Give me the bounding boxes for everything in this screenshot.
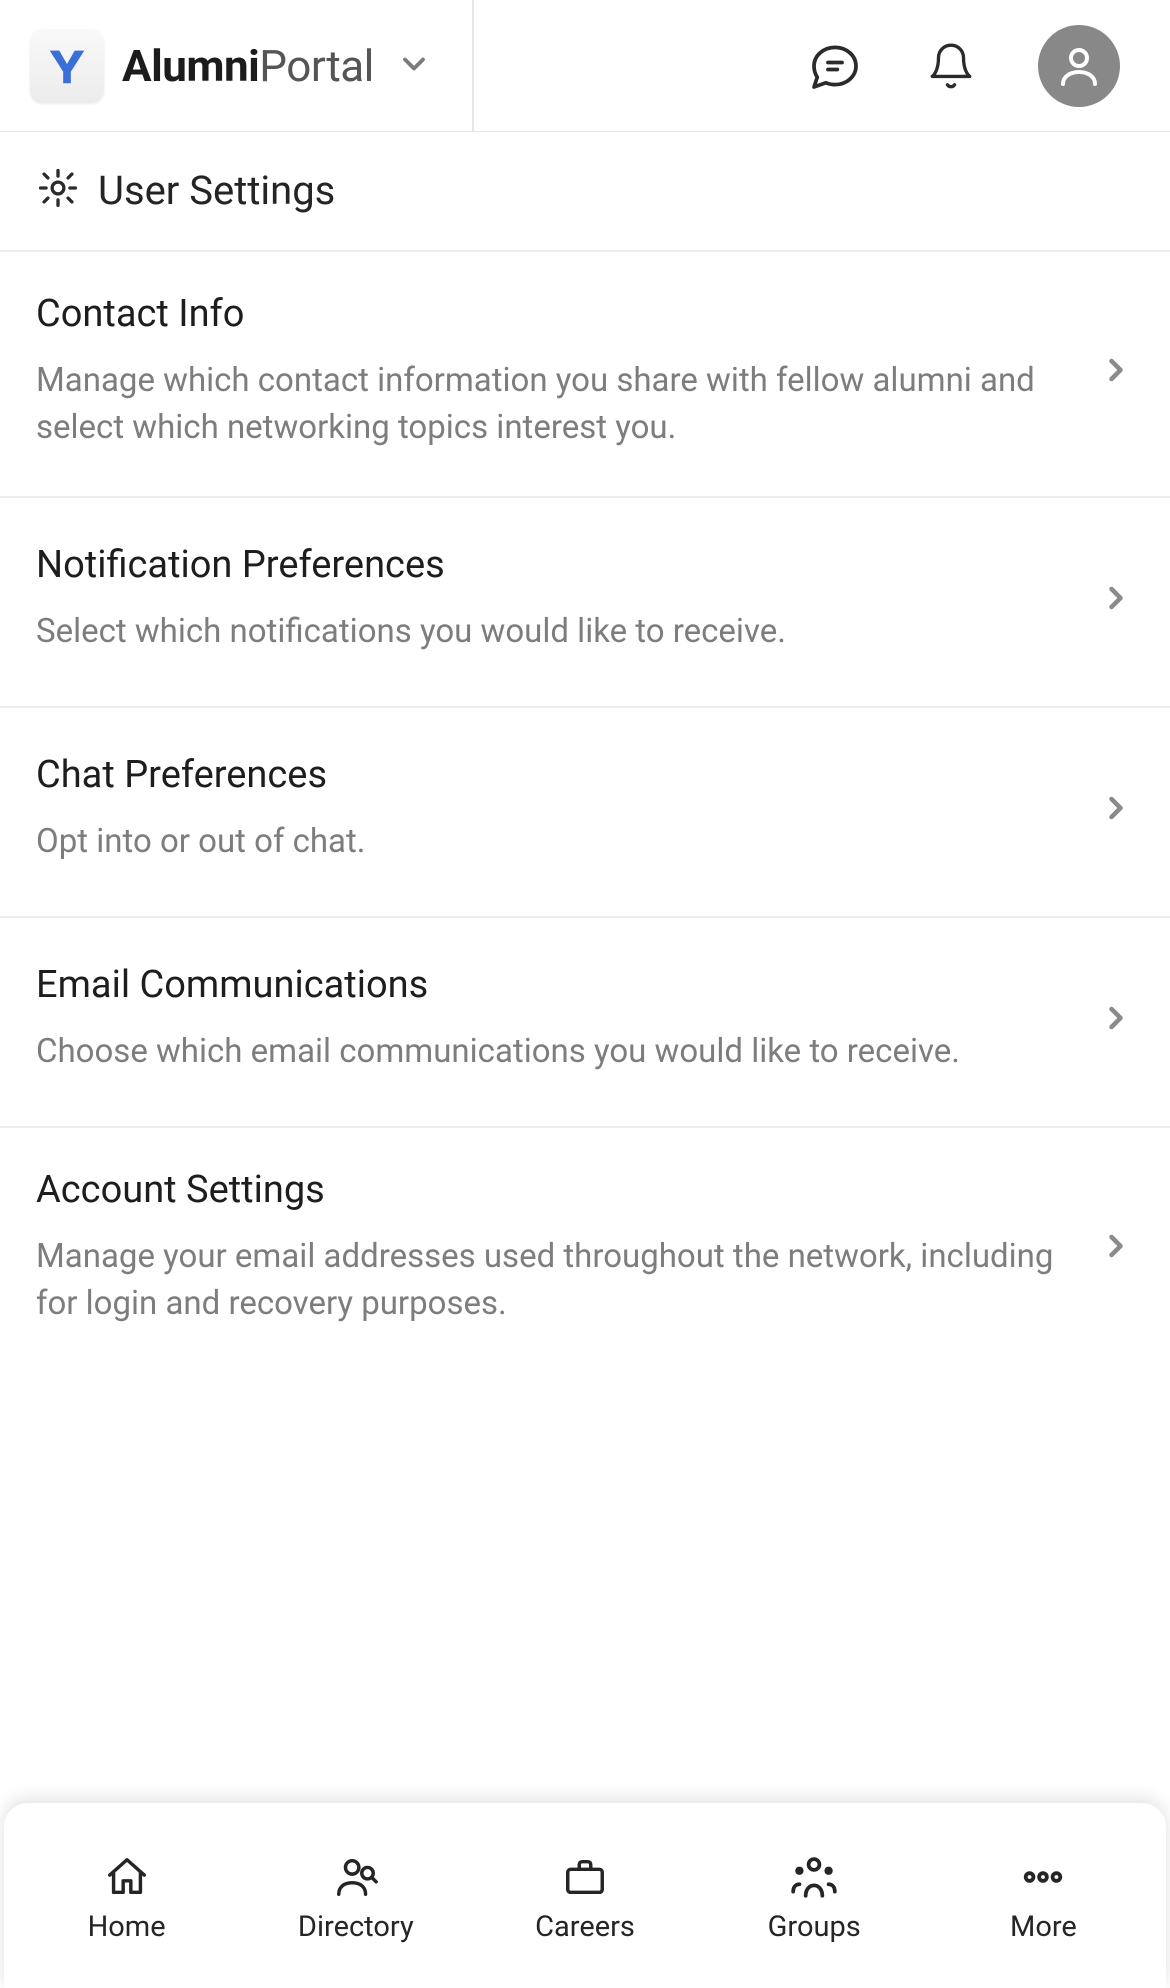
app-header: AlumniPortal bbox=[0, 0, 1170, 132]
notifications-button[interactable] bbox=[922, 37, 980, 95]
settings-item-description: Select which notifications you would lik… bbox=[36, 609, 1068, 656]
nav-more[interactable]: More bbox=[929, 1852, 1158, 1944]
profile-avatar-button[interactable] bbox=[1038, 25, 1120, 107]
settings-item-description: Choose which email communications you wo… bbox=[36, 1029, 1068, 1076]
settings-list: Contact Info Manage which contact inform… bbox=[0, 252, 1170, 1371]
directory-icon bbox=[331, 1852, 381, 1902]
home-icon bbox=[102, 1852, 152, 1902]
brand-selector[interactable]: AlumniPortal bbox=[0, 0, 474, 131]
brand-bold: Alumni bbox=[122, 40, 259, 92]
nav-careers[interactable]: Careers bbox=[470, 1852, 699, 1944]
groups-icon bbox=[789, 1852, 839, 1902]
chevron-right-icon bbox=[1098, 790, 1134, 830]
settings-item-title: Account Settings bbox=[36, 1168, 1068, 1212]
page-title-row: User Settings bbox=[0, 132, 1170, 252]
settings-item-title: Contact Info bbox=[36, 292, 1068, 336]
chevron-down-icon bbox=[396, 46, 432, 86]
settings-item-email-communications[interactable]: Email Communications Choose which email … bbox=[0, 918, 1170, 1128]
settings-item-description: Manage your email addresses used through… bbox=[36, 1234, 1068, 1328]
nav-home[interactable]: Home bbox=[12, 1852, 241, 1944]
settings-item-description: Opt into or out of chat. bbox=[36, 819, 1068, 866]
more-icon bbox=[1018, 1852, 1068, 1902]
nav-label: Home bbox=[88, 1910, 166, 1944]
chevron-right-icon bbox=[1098, 1228, 1134, 1268]
brand-name: AlumniPortal bbox=[122, 40, 374, 92]
settings-item-account-settings[interactable]: Account Settings Manage your email addre… bbox=[0, 1128, 1170, 1372]
settings-item-title: Email Communications bbox=[36, 963, 1068, 1007]
settings-item-text: Account Settings Manage your email addre… bbox=[36, 1168, 1098, 1328]
settings-item-text: Contact Info Manage which contact inform… bbox=[36, 292, 1098, 452]
chat-button[interactable] bbox=[806, 37, 864, 95]
gear-icon bbox=[36, 166, 80, 214]
settings-item-title: Notification Preferences bbox=[36, 543, 1068, 587]
logo-icon bbox=[44, 43, 90, 89]
chat-icon bbox=[807, 38, 863, 94]
nav-label: Groups bbox=[768, 1910, 861, 1944]
chevron-right-icon bbox=[1098, 1000, 1134, 1040]
app-logo bbox=[30, 29, 104, 103]
settings-item-title: Chat Preferences bbox=[36, 753, 1068, 797]
nav-label: Directory bbox=[298, 1910, 414, 1944]
bottom-nav: Home Directory Careers bbox=[4, 1803, 1166, 1988]
nav-label: Careers bbox=[535, 1910, 635, 1944]
bell-icon bbox=[926, 41, 976, 91]
settings-item-text: Email Communications Choose which email … bbox=[36, 963, 1098, 1076]
user-icon bbox=[1055, 42, 1103, 90]
briefcase-icon bbox=[560, 1852, 610, 1902]
nav-label: More bbox=[1010, 1910, 1077, 1944]
settings-item-description: Manage which contact information you sha… bbox=[36, 358, 1068, 452]
nav-groups[interactable]: Groups bbox=[700, 1852, 929, 1944]
settings-item-notification-preferences[interactable]: Notification Preferences Select which no… bbox=[0, 498, 1170, 708]
nav-directory[interactable]: Directory bbox=[241, 1852, 470, 1944]
chevron-right-icon bbox=[1098, 580, 1134, 620]
settings-item-contact-info[interactable]: Contact Info Manage which contact inform… bbox=[0, 252, 1170, 498]
settings-item-chat-preferences[interactable]: Chat Preferences Opt into or out of chat… bbox=[0, 708, 1170, 918]
page-title: User Settings bbox=[98, 167, 335, 214]
settings-item-text: Notification Preferences Select which no… bbox=[36, 543, 1098, 656]
settings-item-text: Chat Preferences Opt into or out of chat… bbox=[36, 753, 1098, 866]
brand-light: Portal bbox=[259, 40, 374, 92]
chevron-right-icon bbox=[1098, 352, 1134, 392]
header-actions bbox=[474, 25, 1170, 107]
